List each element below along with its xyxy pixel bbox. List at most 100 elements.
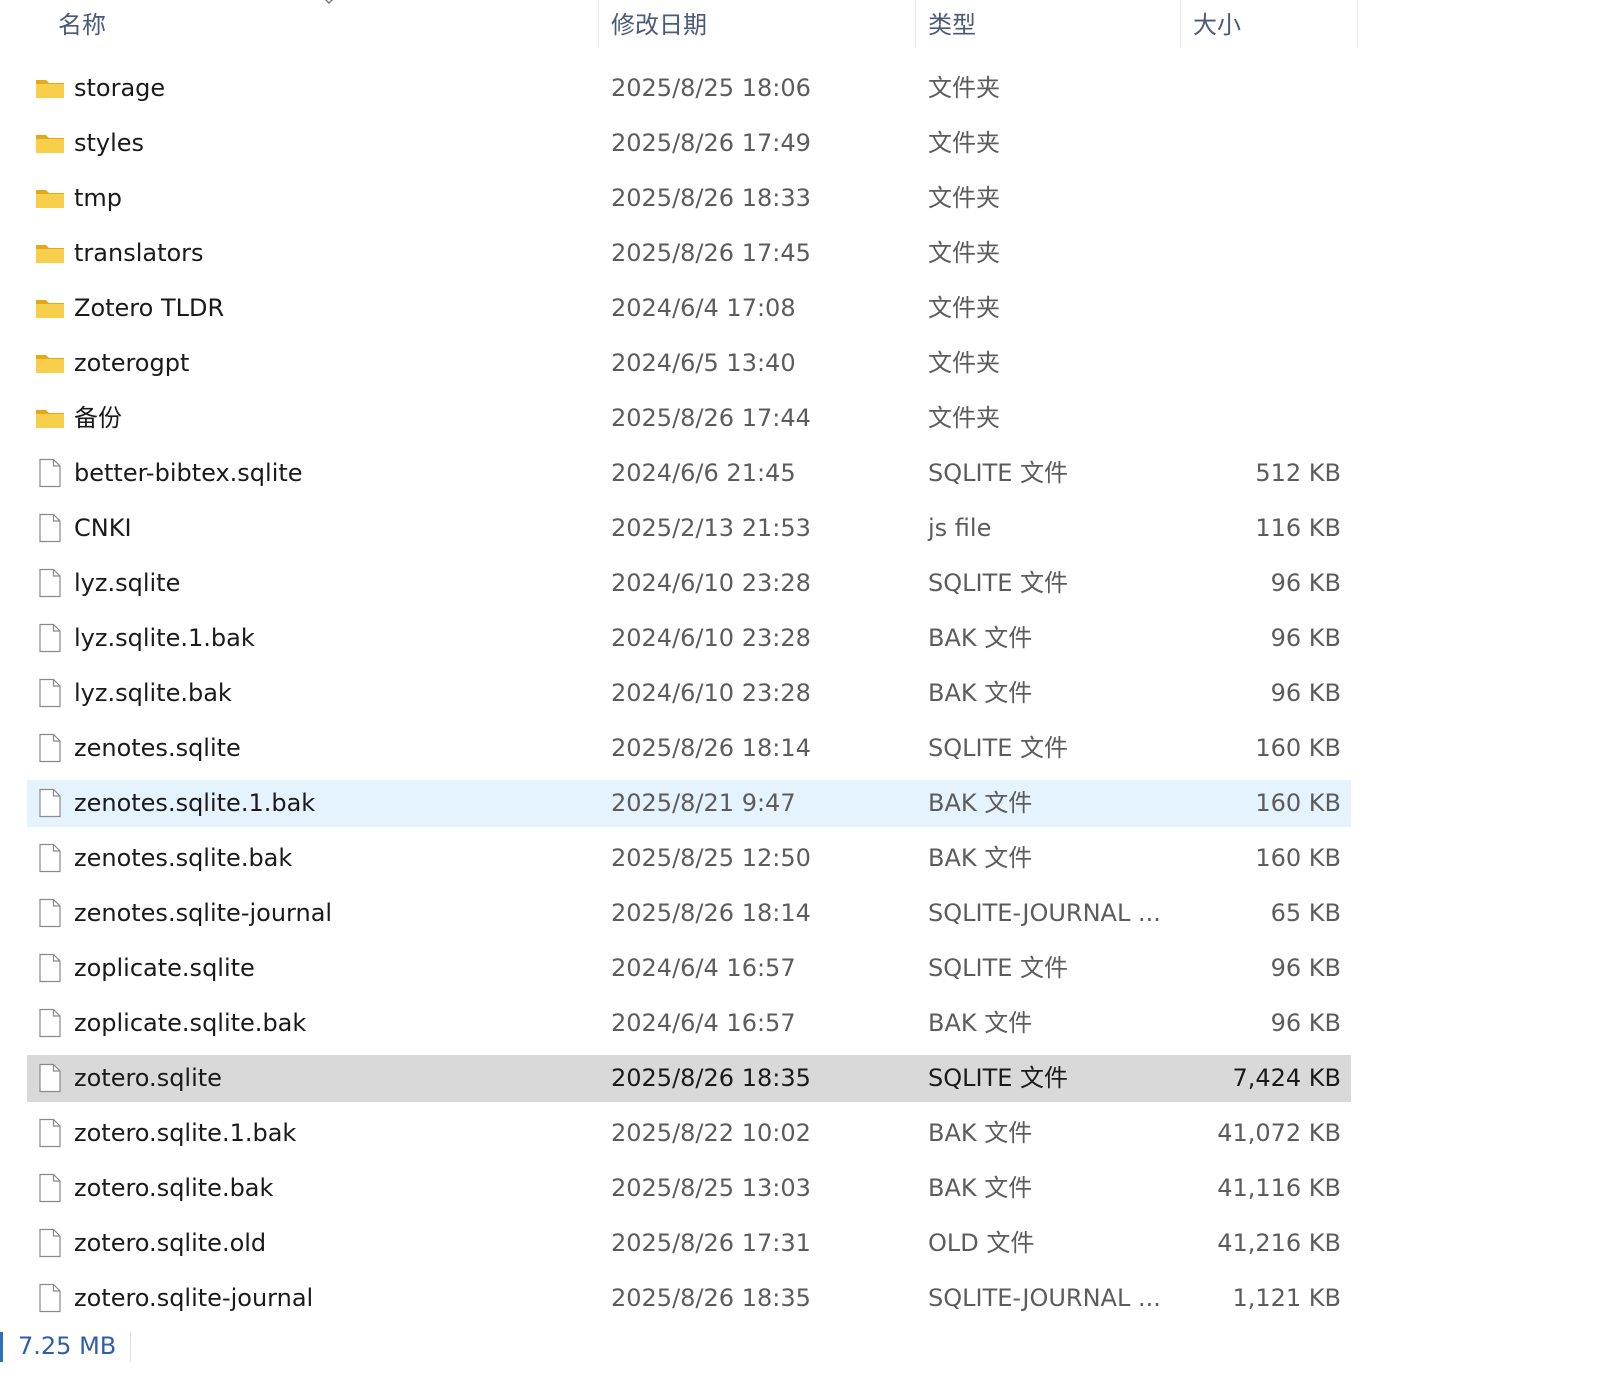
folder-icon	[35, 293, 65, 323]
file-size: 160 KB	[1255, 789, 1341, 817]
file-modified-date: 2024/6/10 23:28	[611, 624, 811, 652]
selected-size-status: 7.25 MB	[18, 1332, 117, 1360]
column-header-name[interactable]: 名称	[46, 0, 598, 48]
file-row[interactable]: zotero.sqlite-journal 2025/8/26 18:35 SQLI…	[27, 1275, 1351, 1322]
file-row[interactable]: zoplicate.sqlite 2024/6/4 16:57 SQLITE 文件 9…	[27, 945, 1351, 992]
file-name: zotero.sqlite.old	[74, 1229, 267, 1257]
file-size: 41,216 KB	[1217, 1229, 1341, 1257]
file-type: SQLITE 文件	[928, 569, 1069, 597]
column-header-size[interactable]: 大小	[1181, 0, 1357, 48]
file-type: 文件夹	[928, 74, 1000, 102]
file-modified-date: 2025/8/22 10:02	[611, 1119, 811, 1147]
file-row[interactable]: zotero.sqlite.old 2025/8/26 17:31 OLD 文件 41…	[27, 1220, 1351, 1267]
file-size: 96 KB	[1270, 954, 1341, 982]
file-modified-date: 2024/6/5 13:40	[611, 349, 796, 377]
file-row[interactable]: zoterogpt 2024/6/5 13:40 文件夹	[27, 340, 1351, 387]
file-name: zoplicate.sqlite.bak	[74, 1009, 307, 1037]
file-name: zoterogpt	[74, 349, 190, 377]
file-row[interactable]: zotero.sqlite.1.bak 2025/8/22 10:02 BAK 文件…	[27, 1110, 1351, 1157]
file-name: zotero.sqlite.1.bak	[74, 1119, 297, 1147]
file-type: 文件夹	[928, 404, 1000, 432]
file-type: BAK 文件	[928, 624, 1033, 652]
file-row[interactable]: zenotes.sqlite 2025/8/26 18:14 SQLITE 文件 16…	[27, 725, 1351, 772]
file-row[interactable]: storage 2025/8/25 18:06 文件夹	[27, 65, 1351, 112]
file-modified-date: 2025/8/25 12:50	[611, 844, 811, 872]
file-size: 41,116 KB	[1217, 1174, 1341, 1202]
file-row[interactable]: zotero.sqlite.bak 2025/8/25 13:03 BAK 文件 41…	[27, 1165, 1351, 1212]
folder-icon	[35, 183, 65, 213]
file-icon	[35, 623, 65, 653]
file-name: lyz.sqlite	[74, 569, 181, 597]
file-type: js file	[928, 514, 992, 542]
file-modified-date: 2024/6/6 21:45	[611, 459, 796, 487]
file-type: BAK 文件	[928, 1119, 1033, 1147]
file-modified-date: 2025/8/26 17:45	[611, 239, 811, 267]
file-modified-date: 2024/6/4 16:57	[611, 1009, 796, 1037]
file-icon	[35, 953, 65, 983]
file-row[interactable]: better-bibtex.sqlite 2024/6/6 21:45 SQLITE…	[27, 450, 1351, 497]
file-row[interactable]: lyz.sqlite.bak 2024/6/10 23:28 BAK 文件 96 KB	[27, 670, 1351, 717]
file-name: translators	[74, 239, 204, 267]
file-modified-date: 2025/8/25 13:03	[611, 1174, 811, 1202]
file-type: SQLITE 文件	[928, 954, 1069, 982]
file-row[interactable]: zenotes.sqlite.1.bak 2025/8/21 9:47 BAK 文件…	[27, 780, 1351, 827]
file-type: OLD 文件	[928, 1229, 1035, 1257]
file-row[interactable]: zenotes.sqlite.bak 2025/8/25 12:50 BAK 文件 1…	[27, 835, 1351, 882]
file-type: SQLITE-JOURNAL ...	[928, 1284, 1161, 1312]
file-row[interactable]: zenotes.sqlite-journal 2025/8/26 18:14 SQL…	[27, 890, 1351, 937]
file-row[interactable]: lyz.sqlite 2024/6/10 23:28 SQLITE 文件 96 KB	[27, 560, 1351, 607]
file-modified-date: 2025/8/26 17:49	[611, 129, 811, 157]
file-icon	[35, 788, 65, 818]
file-name: lyz.sqlite.1.bak	[74, 624, 255, 652]
file-type: SQLITE-JOURNAL ...	[928, 899, 1161, 927]
file-size: 116 KB	[1255, 514, 1341, 542]
file-row[interactable]: Zotero TLDR 2024/6/4 17:08 文件夹	[27, 285, 1351, 332]
file-icon	[35, 1008, 65, 1038]
file-icon	[35, 733, 65, 763]
file-name: zenotes.sqlite	[74, 734, 241, 762]
file-row[interactable]: 备份 2025/8/26 17:44 文件夹	[27, 395, 1351, 442]
file-type: BAK 文件	[928, 1009, 1033, 1037]
file-row[interactable]: zoplicate.sqlite.bak 2024/6/4 16:57 BAK 文件…	[27, 1000, 1351, 1047]
file-modified-date: 2025/8/21 9:47	[611, 789, 796, 817]
file-icon	[35, 1173, 65, 1203]
file-row[interactable]: lyz.sqlite.1.bak 2024/6/10 23:28 BAK 文件 96 …	[27, 615, 1351, 662]
file-row[interactable]: zotero.sqlite 2025/8/26 18:35 SQLITE 文件 7,4…	[27, 1055, 1351, 1102]
file-row[interactable]: tmp 2025/8/26 18:33 文件夹	[27, 175, 1351, 222]
file-name: lyz.sqlite.bak	[74, 679, 232, 707]
file-size: 96 KB	[1270, 624, 1341, 652]
file-name: better-bibtex.sqlite	[74, 459, 303, 487]
file-icon	[35, 513, 65, 543]
file-name: styles	[74, 129, 145, 157]
file-size: 41,072 KB	[1217, 1119, 1341, 1147]
file-modified-date: 2025/8/26 18:33	[611, 184, 811, 212]
file-type: BAK 文件	[928, 679, 1033, 707]
file-row[interactable]: translators 2025/8/26 17:45 文件夹	[27, 230, 1351, 277]
file-icon	[35, 678, 65, 708]
file-row[interactable]: styles 2025/8/26 17:49 文件夹	[27, 120, 1351, 167]
file-name: zenotes.sqlite.1.bak	[74, 789, 316, 817]
column-header-type[interactable]: 类型	[916, 0, 1180, 48]
status-divider	[130, 1332, 131, 1362]
file-type: BAK 文件	[928, 844, 1033, 872]
file-type: 文件夹	[928, 239, 1000, 267]
file-icon	[35, 1283, 65, 1313]
file-modified-date: 2024/6/4 16:57	[611, 954, 796, 982]
status-bar: 7.25 MB	[0, 1326, 1600, 1366]
file-name: zoplicate.sqlite	[74, 954, 255, 982]
file-type: SQLITE 文件	[928, 734, 1069, 762]
status-bar-edge	[0, 1332, 3, 1362]
file-name: tmp	[74, 184, 123, 212]
column-divider[interactable]	[1357, 0, 1358, 48]
file-size: 65 KB	[1270, 899, 1341, 927]
file-row[interactable]: CNKI 2025/2/13 21:53 js file 116 KB	[27, 505, 1351, 552]
file-name: zotero.sqlite-journal	[74, 1284, 314, 1312]
column-header-date[interactable]: 修改日期	[599, 0, 915, 48]
file-modified-date: 2024/6/10 23:28	[611, 569, 811, 597]
file-type: 文件夹	[928, 129, 1000, 157]
file-type: SQLITE 文件	[928, 1064, 1069, 1092]
file-name: zotero.sqlite.bak	[74, 1174, 274, 1202]
file-size: 96 KB	[1270, 1009, 1341, 1037]
file-name: Zotero TLDR	[74, 294, 225, 322]
file-icon	[35, 458, 65, 488]
